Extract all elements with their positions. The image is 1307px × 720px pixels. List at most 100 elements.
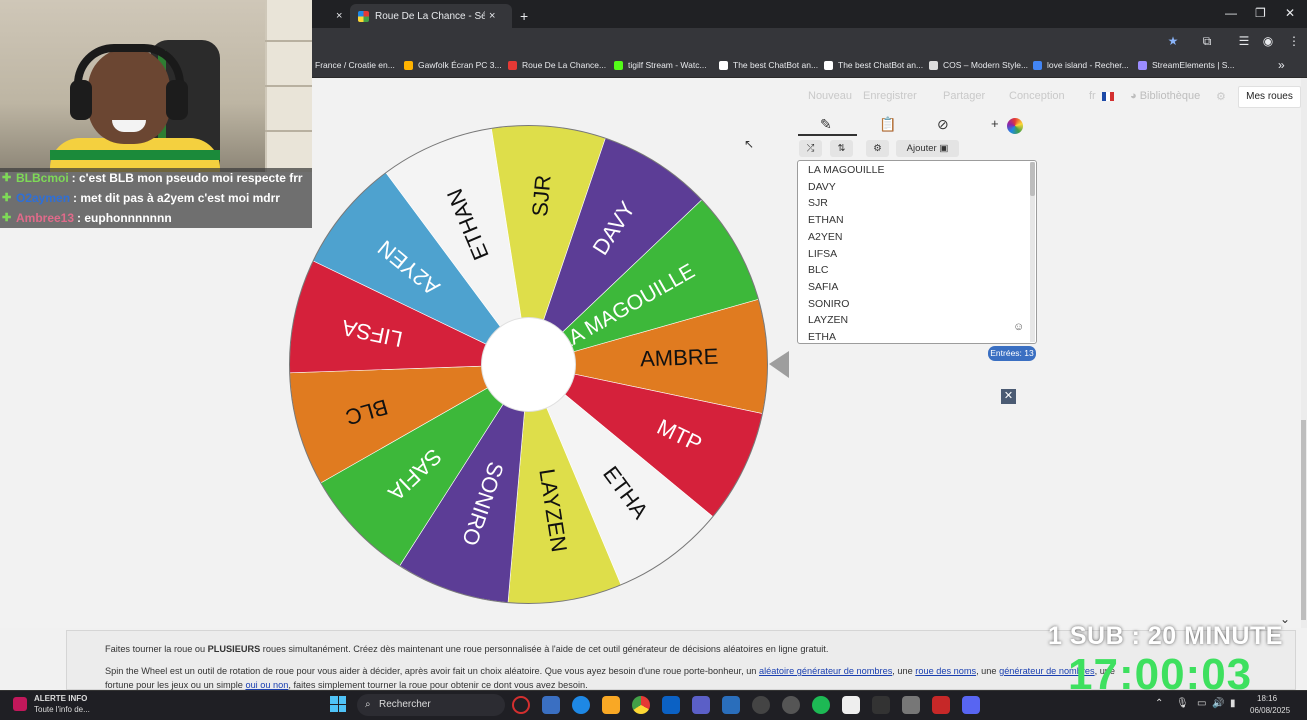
app-icon[interactable] (782, 696, 800, 714)
chat-username: Ambree13 (16, 211, 75, 225)
bookmark-item[interactable]: tigilf Stream - Watc... (614, 60, 707, 70)
bookmark-item[interactable]: The best ChatBot an... (719, 60, 818, 70)
add-wheel-icon[interactable]: + (991, 116, 999, 131)
extensions-icon[interactable]: ⧉ (1200, 34, 1214, 48)
bookmark-label: StreamElements | S... (1152, 60, 1235, 70)
outlook-icon[interactable] (662, 696, 680, 714)
new-tab-button[interactable]: + (512, 4, 534, 28)
clipboard-icon[interactable]: 📋 (879, 116, 896, 133)
menu-icon[interactable]: ⋮ (1287, 34, 1301, 48)
page-scroll-thumb[interactable] (1301, 420, 1306, 620)
settings-icon[interactable] (902, 696, 920, 714)
entry-item[interactable]: BLC (808, 264, 828, 276)
tab-roue-de-la-chance[interactable]: Roue De La Chance - Sélecteur × (350, 4, 512, 28)
volume-icon[interactable]: 🔊 (1212, 698, 1224, 709)
spotify-icon[interactable] (812, 696, 830, 714)
tab-previous[interactable]: × (318, 4, 348, 28)
wheel[interactable]: AMBREMTPETHALAYZENSONIROSAFIABLCLIFSAA2Y… (280, 120, 800, 608)
bookmark-favicon-icon (614, 60, 623, 70)
shuffle-button[interactable]: ⤮ (799, 140, 822, 157)
entry-item[interactable]: ETHAN (808, 214, 844, 226)
yes-no-link[interactable]: oui ou non (245, 680, 288, 690)
windows-start-icon[interactable] (330, 696, 346, 712)
bookmark-item[interactable]: France / Croatie en... (315, 60, 395, 70)
microphone-icon[interactable]: 🎙 (1176, 698, 1189, 709)
settings-icon[interactable]: ⚙ (1216, 90, 1226, 103)
wheel-favicon-icon (358, 10, 369, 22)
close-window-icon[interactable]: ✕ (1285, 6, 1295, 20)
battery-icon[interactable]: ▮ (1230, 698, 1236, 709)
bookmark-label: love island - Recher... (1047, 60, 1129, 70)
entry-item[interactable]: SONIRO (808, 298, 849, 310)
save-link[interactable]: Enregistrer (863, 90, 917, 102)
chat-message: ✚ BLBcmoi : c'est BLB mon pseudo moi res… (0, 168, 312, 188)
bookmarks-more-button[interactable]: » (1278, 58, 1285, 72)
taskbar-time[interactable]: 18:16 (1257, 694, 1277, 703)
emoji-icon[interactable]: ☺ (1013, 321, 1024, 333)
taskbar-date[interactable]: 06/08/2025 (1250, 706, 1290, 715)
entries-count-badge: Entrées: 13 (988, 346, 1036, 361)
entry-item[interactable]: DAVY (808, 181, 836, 193)
entry-item[interactable]: LIFSA (808, 248, 837, 260)
entry-item[interactable]: A2YEN (808, 231, 842, 243)
close-button[interactable]: ✕ (1001, 389, 1016, 404)
tab-close-icon[interactable]: × (489, 10, 495, 22)
design-link[interactable]: Conception (1009, 90, 1065, 102)
hide-eye-icon[interactable]: ⊘ (937, 116, 949, 133)
profile-icon[interactable]: ◉ (1261, 34, 1275, 48)
chrome-icon[interactable] (632, 696, 650, 714)
edit-pencil-icon[interactable]: ✎ (820, 116, 832, 133)
share-link[interactable]: Partager (943, 90, 985, 102)
reading-list-icon[interactable]: ☰ (1237, 34, 1251, 48)
wheel-center[interactable] (481, 317, 576, 412)
bookmark-item[interactable]: Gawfolk Écran PC 3... (404, 60, 502, 70)
app-red-icon[interactable] (512, 696, 530, 714)
app-icon[interactable] (932, 696, 950, 714)
entry-item[interactable]: LAYZEN (808, 314, 848, 326)
network-icon[interactable]: ▭ (1197, 698, 1206, 709)
bookmark-item[interactable]: The best ChatBot an... (824, 60, 923, 70)
chat-text: : c'est BLB mon pseudo moi respecte frr (71, 171, 303, 185)
entry-item[interactable]: SAFIA (808, 281, 838, 293)
random-number-link[interactable]: aléatoire générateur de nombres (759, 666, 892, 676)
library-label: Bibliothèque (1139, 90, 1201, 102)
entries-scroll-thumb[interactable] (1030, 162, 1035, 196)
app-blue-icon[interactable] (542, 696, 560, 714)
teams-icon[interactable] (692, 696, 710, 714)
bookmark-item[interactable]: Roue De La Chance... (508, 60, 606, 70)
bookmark-item[interactable]: StreamElements | S... (1138, 60, 1235, 70)
names-wheel-link[interactable]: roue des noms (915, 666, 976, 676)
entry-item[interactable]: LA MAGOUILLE (808, 164, 884, 176)
new-link[interactable]: Nouveau (808, 90, 852, 102)
news-icon[interactable] (13, 697, 27, 711)
app-icon[interactable] (872, 696, 890, 714)
library-link[interactable]: ◕ Bibliothèque (1130, 90, 1200, 102)
wheel-segment-label: SJR (527, 174, 555, 218)
restore-icon[interactable]: ❐ (1255, 6, 1266, 20)
explorer-icon[interactable] (602, 696, 620, 714)
chat-badge-icon: ✚ (2, 172, 12, 184)
active-tab-underline (798, 134, 857, 136)
app-icon[interactable] (842, 696, 860, 714)
bookmark-item[interactable]: love island - Recher... (1033, 60, 1129, 70)
sort-icon: ⇅ (837, 143, 846, 154)
language-link[interactable]: fr (1089, 90, 1096, 102)
sort-button[interactable]: ⇅ (830, 140, 853, 157)
entry-item[interactable]: SJR (808, 197, 828, 209)
discord-icon[interactable] (962, 696, 980, 714)
news-title[interactable]: ALERTE INFO (34, 694, 87, 703)
taskbar-search[interactable]: ⌕ Rechercher (357, 694, 505, 716)
color-palette-icon[interactable] (1007, 118, 1023, 134)
obs-icon[interactable] (752, 696, 770, 714)
minimize-icon[interactable]: — (1225, 6, 1237, 20)
edge-icon[interactable] (572, 696, 590, 714)
tray-chevron-icon[interactable]: ⌃ (1155, 698, 1163, 709)
my-wheels-button[interactable]: Mes roues (1238, 86, 1301, 108)
bookmark-star-icon[interactable]: ★ (1166, 34, 1180, 48)
entry-item[interactable]: ETHA (808, 331, 836, 343)
bookmark-item[interactable]: COS – Modern Style... (929, 60, 1028, 70)
tab-close-icon[interactable]: × (336, 10, 342, 22)
settings-button[interactable]: ⚙ (866, 140, 889, 157)
add-image-button[interactable]: Ajouter ▣ (896, 140, 959, 157)
app-icon[interactable] (722, 696, 740, 714)
